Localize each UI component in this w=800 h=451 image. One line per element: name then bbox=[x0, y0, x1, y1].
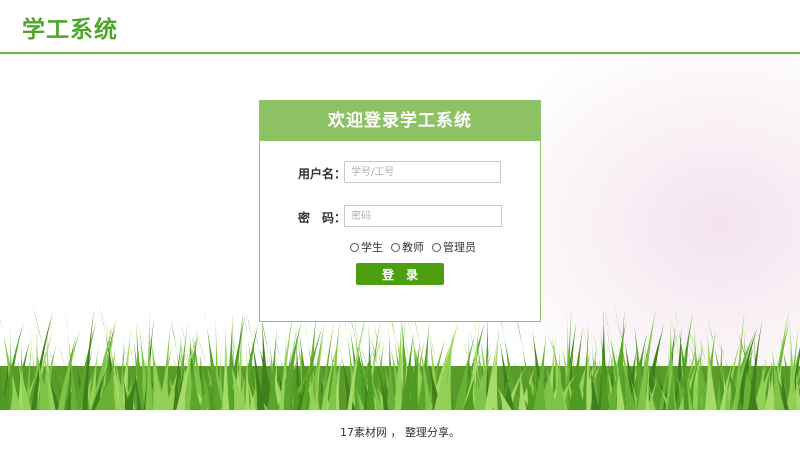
password-label: 密 码： bbox=[298, 211, 347, 225]
radio-icon[interactable] bbox=[432, 242, 441, 252]
radio-icon[interactable] bbox=[391, 242, 400, 252]
role-label: 管理员 bbox=[443, 241, 476, 254]
radio-icon[interactable] bbox=[350, 242, 359, 252]
top-header: 学工系统 bbox=[0, 0, 800, 54]
role-option-student[interactable]: 学生 bbox=[350, 239, 383, 255]
password-input[interactable] bbox=[344, 205, 502, 227]
app-title: 学工系统 bbox=[22, 17, 118, 43]
footer: 17素材网 ， 整理分享。 bbox=[0, 410, 800, 451]
username-label: 用户名： bbox=[298, 167, 347, 181]
login-panel: 欢迎登录学工系统 用户名： 密 码： 学生 教师 管理员 登录 bbox=[259, 100, 541, 322]
role-option-teacher[interactable]: 教师 bbox=[391, 239, 424, 255]
username-input[interactable] bbox=[344, 161, 501, 183]
login-heading: 欢迎登录学工系统 bbox=[260, 101, 540, 141]
role-label: 学生 bbox=[361, 241, 383, 254]
grass-blade bbox=[145, 309, 153, 410]
footer-text: 17素材网 ， 整理分享。 bbox=[340, 426, 460, 439]
role-label: 教师 bbox=[402, 241, 424, 254]
role-selector: 学生 教师 管理员 bbox=[350, 239, 476, 255]
login-button[interactable]: 登录 bbox=[356, 263, 444, 285]
role-option-admin[interactable]: 管理员 bbox=[432, 239, 476, 255]
